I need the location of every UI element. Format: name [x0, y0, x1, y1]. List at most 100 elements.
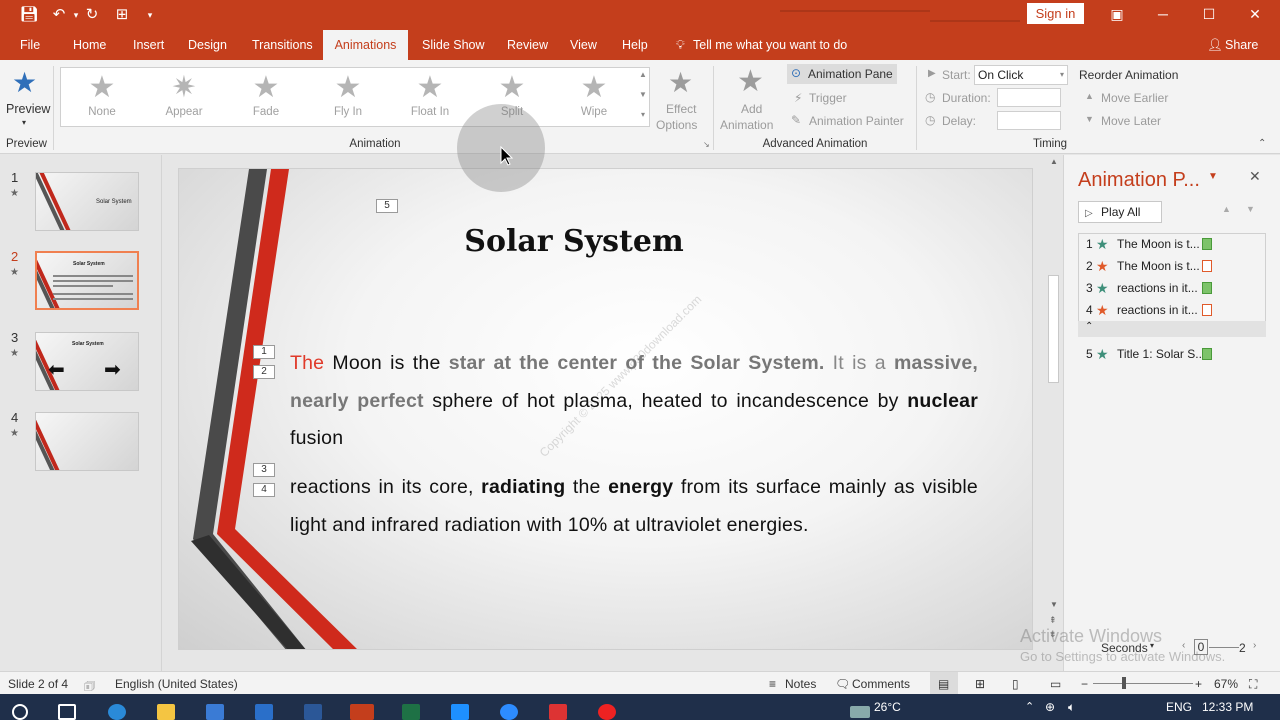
animation-pane-button[interactable]: ⊙ Animation Pane	[787, 64, 897, 84]
network-icon[interactable]: ⊕	[1045, 700, 1055, 714]
zoom-level[interactable]: 67%	[1214, 677, 1238, 691]
file-explorer-icon[interactable]	[157, 704, 175, 720]
tab-slide-show[interactable]: Slide Show	[422, 38, 485, 52]
add-animation-icon[interactable]: ★	[737, 64, 764, 99]
dialog-launcher-icon[interactable]: ↘	[703, 140, 710, 149]
animation-item-4[interactable]: 4 ★ reactions in it...	[1078, 299, 1266, 321]
slide-thumbnail-4[interactable]	[35, 412, 139, 471]
mail-icon[interactable]	[255, 704, 273, 720]
gallery-scroll-up-icon[interactable]: ▲	[637, 70, 649, 79]
animation-item-5[interactable]: 5 ★ Title 1: Solar S...	[1078, 343, 1266, 365]
slide-thumbnail-3[interactable]: Solar System ⬅ ➡	[35, 332, 139, 391]
add-animation-label-2[interactable]: Animation	[720, 118, 773, 132]
scroll-down-icon[interactable]: ▼	[1050, 600, 1058, 609]
preview-star-icon[interactable]: ★	[12, 66, 37, 99]
start-select[interactable]: On Click ▾	[974, 65, 1068, 85]
tab-transitions[interactable]: Transitions	[252, 38, 313, 52]
notes-button[interactable]: Notes	[785, 677, 816, 691]
search-icon[interactable]	[12, 704, 28, 720]
gallery-fly-in[interactable]: ★ Fly In	[313, 70, 383, 124]
move-later-button[interactable]: Move Later	[1101, 114, 1161, 128]
gallery-more-icon[interactable]: ▾	[637, 110, 649, 119]
slide-thumbnail-1[interactable]: Solar System	[35, 172, 139, 231]
customize-toolbar-icon[interactable]: ▾	[140, 5, 160, 25]
move-down-icon[interactable]: ▼	[1246, 204, 1255, 214]
timeline-right-icon[interactable]: ›	[1253, 640, 1256, 651]
recorder-icon[interactable]	[598, 704, 616, 720]
slide-canvas[interactable]: Copyright © 2025 www.p30download.com 5 S…	[178, 168, 1033, 650]
preview-dropdown-icon[interactable]: ▾	[22, 118, 26, 127]
store-icon[interactable]	[206, 704, 224, 720]
tab-file[interactable]: File	[20, 38, 40, 52]
acrobat-icon[interactable]	[549, 704, 567, 720]
effect-options-label[interactable]: Effect	[666, 102, 696, 116]
zoom-app-icon[interactable]	[500, 704, 518, 720]
trigger-button[interactable]: Trigger	[809, 91, 847, 105]
gallery-fade[interactable]: ★ Fade	[231, 70, 301, 124]
effect-options-icon[interactable]: ★	[668, 66, 693, 99]
move-up-icon[interactable]: ▲	[1222, 204, 1231, 214]
slide-sorter-icon[interactable]: ⊞	[975, 677, 985, 691]
weather-icon[interactable]	[850, 706, 870, 718]
share-button[interactable]: Share	[1225, 38, 1258, 52]
tab-view[interactable]: View	[570, 38, 597, 52]
animation-item-3[interactable]: 3 ★ reactions in it...	[1078, 277, 1266, 299]
comments-icon[interactable]: 🗨︎	[835, 677, 850, 691]
slideshow-view-icon[interactable]: ▭	[1050, 677, 1061, 691]
save-icon[interactable]: 💾︎	[19, 5, 39, 25]
animation-item-1[interactable]: 1 ★ The Moon is t...	[1078, 233, 1266, 255]
previous-slide-icon[interactable]: ⇞	[1049, 615, 1057, 626]
delay-input[interactable]	[997, 111, 1061, 130]
zoom-out-icon[interactable]: −	[1081, 677, 1088, 691]
excel-icon[interactable]	[402, 704, 420, 720]
gallery-float-in[interactable]: ★ Float In	[395, 70, 465, 124]
move-earlier-button[interactable]: Move Earlier	[1101, 91, 1168, 105]
zoom-slider-thumb[interactable]	[1122, 677, 1126, 689]
redo-icon[interactable]: ↻	[82, 5, 102, 25]
tab-animations[interactable]: Animations	[323, 30, 408, 60]
word-icon[interactable]	[304, 704, 322, 720]
tab-design[interactable]: Design	[188, 38, 227, 52]
edge-icon[interactable]	[108, 704, 126, 720]
app-icon[interactable]	[451, 704, 469, 720]
zoom-slider-track[interactable]	[1093, 683, 1193, 684]
notes-icon[interactable]: ≡	[769, 677, 776, 691]
animation-item-2[interactable]: 2 ★ The Moon is t...	[1078, 255, 1266, 277]
preview-button[interactable]: Preview	[6, 102, 50, 116]
tab-home[interactable]: Home	[73, 38, 106, 52]
duration-input[interactable]	[997, 88, 1061, 107]
play-all-button[interactable]: ▷ Play All	[1078, 201, 1162, 223]
reading-view-icon[interactable]: ▯	[1012, 677, 1019, 691]
tab-insert[interactable]: Insert	[133, 38, 164, 52]
gallery-appear[interactable]: ✷ Appear	[149, 70, 219, 124]
gallery-wipe[interactable]: ★ Wipe	[559, 70, 629, 124]
close-pane-icon[interactable]: ✕	[1249, 168, 1261, 185]
tray-up-icon[interactable]: ⌃	[1025, 700, 1034, 713]
taskbar-clock[interactable]: 12:33 PM	[1202, 700, 1253, 714]
volume-icon[interactable]: 🔈︎	[1068, 700, 1075, 715]
task-view-icon[interactable]	[58, 704, 76, 720]
animation-painter-button[interactable]: Animation Painter	[809, 114, 904, 128]
vertical-scrollbar[interactable]: ▲ ▼ ⇞ ⇟	[1046, 155, 1062, 645]
add-animation-label[interactable]: Add	[741, 102, 762, 116]
sign-in-button[interactable]: Sign in	[1027, 3, 1084, 24]
gallery-none[interactable]: ★ None	[67, 70, 137, 124]
slide-paragraph-1[interactable]: The Moon is the star at the center of th…	[290, 345, 978, 458]
trigger-icon[interactable]: ⚡︎	[794, 91, 802, 105]
slide-paragraph-2[interactable]: reactions in its core, radiating the ene…	[290, 469, 978, 544]
comments-button[interactable]: Comments	[852, 677, 910, 691]
scroll-thumb[interactable]	[1048, 275, 1059, 383]
scroll-up-icon[interactable]: ▲	[1050, 157, 1058, 166]
slideshow-start-icon[interactable]: ⊞	[112, 5, 132, 25]
gallery-scroll-down-icon[interactable]: ▼	[637, 90, 649, 99]
slide-title[interactable]: Solar System	[179, 224, 969, 259]
pane-options-icon[interactable]: ▼	[1208, 171, 1218, 182]
zoom-in-icon[interactable]: +	[1195, 677, 1202, 691]
collapse-ribbon-icon[interactable]: ⌃	[1258, 138, 1266, 149]
tell-me-search[interactable]: Tell me what you want to do	[693, 38, 847, 52]
animation-painter-icon[interactable]: ✎	[791, 113, 801, 127]
language-status[interactable]: English (United States)	[115, 677, 238, 691]
ribbon-display-icon[interactable]: ▣	[1106, 4, 1128, 24]
fit-slide-icon[interactable]: ⛶	[1249, 677, 1257, 692]
slide-thumbnail-2[interactable]: Solar System	[35, 251, 139, 310]
